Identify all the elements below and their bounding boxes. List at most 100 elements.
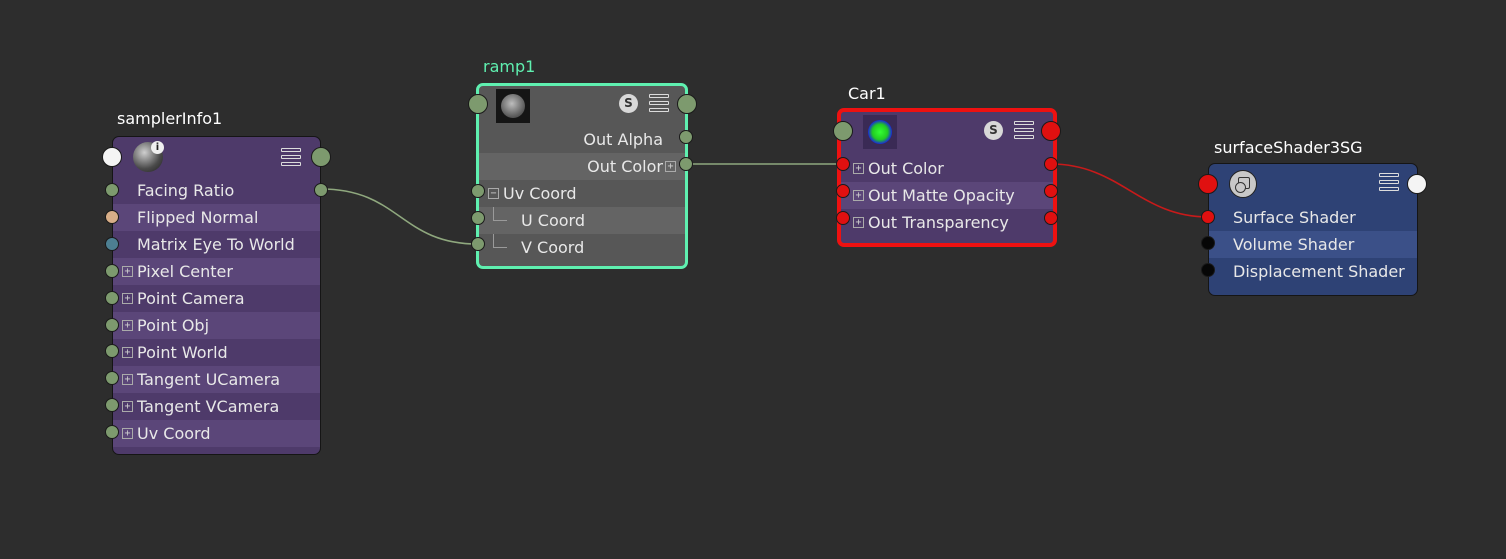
wire-facing-ratio-to-v-coord[interactable] [320,188,479,245]
input-port[interactable] [105,210,119,224]
output-port-main[interactable] [1041,121,1061,141]
output-port-facing-ratio[interactable] [314,183,328,197]
input-port[interactable] [105,425,119,439]
attr-label: Tangent UCamera [137,370,281,389]
attribute-menu-icon[interactable] [649,94,669,112]
input-port[interactable] [105,237,119,251]
expand-icon[interactable]: + [853,190,864,201]
attr-label: Displacement Shader [1233,262,1405,281]
swatch-toggle-icon[interactable]: S [984,121,1003,140]
expand-icon[interactable]: + [122,428,133,439]
attr-row: + Uv Coord [113,420,320,447]
attr-row: Volume Shader [1209,231,1417,258]
node-car[interactable]: S + Out Color + Out Matte Opacity + Out Tra… [837,108,1057,247]
attr-label: Facing Ratio [137,181,235,200]
attr-label: Point World [137,343,228,362]
attribute-menu-icon[interactable] [1379,173,1399,191]
node-title-shading-group: surfaceShader3SG [1214,138,1363,157]
input-port[interactable] [105,318,119,332]
attr-label: Pixel Center [137,262,233,281]
attr-row: + Out Color [841,155,1053,182]
node-ramp[interactable]: S Out Alpha Out Color + − Uv Coord U Coord… [476,83,688,269]
output-port-main[interactable] [1407,174,1427,194]
attr-row: U Coord [479,207,685,234]
input-port[interactable] [836,211,850,225]
input-port[interactable] [105,344,119,358]
attr-label: Point Obj [137,316,210,335]
expand-icon[interactable]: + [665,161,676,172]
attr-row: Facing Ratio [113,177,320,204]
attr-row: + Tangent UCamera [113,366,320,393]
attr-row: + Point Obj [113,312,320,339]
wire-out-color-to-surface-shader[interactable] [1050,163,1209,218]
input-port-main[interactable] [833,121,853,141]
attr-label: U Coord [521,211,585,230]
node-title-samplerinfo: samplerInfo1 [117,109,223,128]
attribute-menu-icon[interactable] [281,148,301,166]
collapse-icon[interactable]: − [488,188,499,199]
input-port[interactable] [105,264,119,278]
input-port[interactable] [105,371,119,385]
info-badge: i [151,141,164,154]
output-port[interactable] [1044,211,1058,225]
expand-icon[interactable]: + [122,401,133,412]
node-samplerinfo[interactable]: i Facing Ratio Flipped Normal Matrix Eye… [112,136,321,455]
attr-row: + Out Transparency [841,209,1053,236]
attr-row: + Point Camera [113,285,320,312]
expand-icon[interactable]: + [853,217,864,228]
output-port-out-color[interactable] [1044,157,1058,171]
attr-row: + Point World [113,339,320,366]
output-port[interactable] [1044,184,1058,198]
input-port-uv-coord[interactable] [471,184,485,198]
attr-label: Uv Coord [503,184,577,203]
output-port-main[interactable] [311,147,331,167]
input-port-main[interactable] [1198,174,1218,194]
input-port-displacement-shader[interactable] [1201,263,1215,277]
attr-label: Out Color [868,159,944,178]
input-port[interactable] [105,398,119,412]
input-port-main[interactable] [102,147,122,167]
attr-row: Displacement Shader [1209,258,1417,285]
input-port-volume-shader[interactable] [1201,236,1215,250]
expand-icon[interactable]: + [122,320,133,331]
attr-label: Flipped Normal [137,208,259,227]
output-port-main[interactable] [677,94,697,114]
input-port-surface-shader[interactable] [1201,210,1215,224]
attr-label: Out Transparency [868,213,1009,232]
swatch-toggle-icon[interactable]: S [619,94,638,113]
attr-row: + Pixel Center [113,258,320,285]
expand-icon[interactable]: + [122,293,133,304]
input-port-out-color[interactable] [836,157,850,171]
node-title-car: Car1 [848,84,886,103]
attr-row: Surface Shader [1209,204,1417,231]
node-title-ramp: ramp1 [483,57,536,76]
attr-row: + Tangent VCamera [113,393,320,420]
attr-label: Out Color [587,157,663,176]
attr-row: Flipped Normal [113,204,320,231]
output-port-out-color[interactable] [679,157,693,171]
node-shading-group[interactable]: Surface Shader Volume Shader Displacemen… [1208,163,1418,296]
attr-label: Matrix Eye To World [137,235,295,254]
shader-swatch-icon [863,115,897,149]
input-port[interactable] [836,184,850,198]
input-port-u-coord[interactable] [471,211,485,225]
attr-label: Out Matte Opacity [868,186,1015,205]
ramp-texture-icon [496,89,530,123]
input-port[interactable] [105,183,119,197]
attr-label: Surface Shader [1233,208,1356,227]
input-port[interactable] [105,291,119,305]
input-port-v-coord[interactable] [471,237,485,251]
attr-label: Tangent VCamera [137,397,280,416]
attribute-menu-icon[interactable] [1014,121,1034,139]
attr-label: Volume Shader [1233,235,1355,254]
expand-icon[interactable]: + [853,163,864,174]
attr-label: Point Camera [137,289,245,308]
expand-icon[interactable]: + [122,266,133,277]
expand-icon[interactable]: + [122,347,133,358]
attr-label: Out Alpha [583,130,663,149]
expand-icon[interactable]: + [122,374,133,385]
input-port-main[interactable] [468,94,488,114]
attr-row: Matrix Eye To World [113,231,320,258]
output-port-out-alpha[interactable] [679,130,693,144]
attr-row: V Coord [479,234,685,261]
